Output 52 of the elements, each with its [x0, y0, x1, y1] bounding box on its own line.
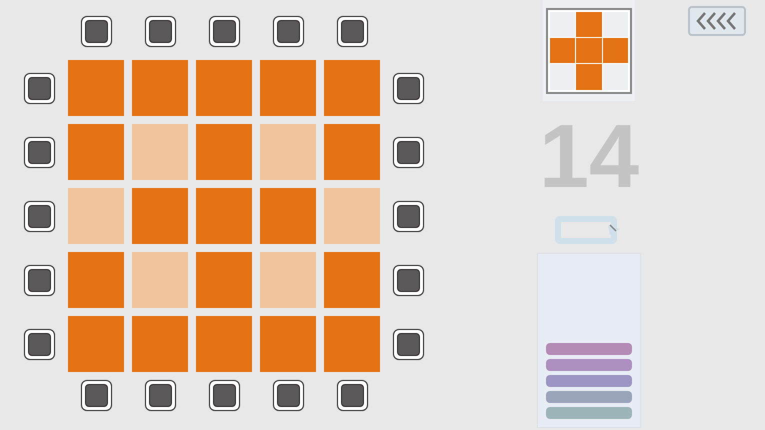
- grid-tile[interactable]: [324, 188, 380, 244]
- level-bar[interactable]: [546, 391, 632, 403]
- grid-tile[interactable]: [68, 252, 124, 308]
- level-bar[interactable]: [546, 343, 632, 355]
- shift-button[interactable]: [393, 200, 424, 232]
- chevrons-left-icon: [695, 11, 739, 31]
- shift-button[interactable]: [208, 16, 240, 47]
- shift-button[interactable]: [393, 264, 424, 296]
- grid-tile[interactable]: [68, 60, 124, 116]
- shift-button[interactable]: [24, 72, 55, 104]
- grid-tile[interactable]: [196, 252, 252, 308]
- grid-tile[interactable]: [260, 124, 316, 180]
- grid-tile[interactable]: [196, 188, 252, 244]
- grid-tile[interactable]: [196, 316, 252, 372]
- shift-button[interactable]: [24, 328, 55, 360]
- level-bar[interactable]: [546, 407, 632, 419]
- shift-button[interactable]: [272, 380, 304, 411]
- grid-tile[interactable]: [324, 124, 380, 180]
- grid-tile[interactable]: [260, 316, 316, 372]
- shift-button[interactable]: [393, 136, 424, 168]
- shift-button[interactable]: [24, 264, 55, 296]
- shift-button[interactable]: [208, 380, 240, 411]
- back-button[interactable]: [688, 6, 746, 36]
- grid-tile[interactable]: [132, 124, 188, 180]
- shift-button[interactable]: [272, 16, 304, 47]
- shift-button[interactable]: [24, 200, 55, 232]
- grid-tile[interactable]: [132, 316, 188, 372]
- shift-button[interactable]: [80, 380, 112, 411]
- shift-button[interactable]: [336, 380, 368, 411]
- grid-tile[interactable]: [132, 188, 188, 244]
- shift-button[interactable]: [393, 328, 424, 360]
- shift-button[interactable]: [144, 380, 176, 411]
- grid-tile[interactable]: [324, 252, 380, 308]
- shift-button[interactable]: [144, 16, 176, 47]
- grid-tile[interactable]: [132, 60, 188, 116]
- grid-tile[interactable]: [68, 124, 124, 180]
- level-bar[interactable]: [546, 359, 632, 371]
- grid-tile[interactable]: [260, 188, 316, 244]
- grid-tile[interactable]: [68, 188, 124, 244]
- grid-tile[interactable]: [196, 124, 252, 180]
- shift-button[interactable]: [393, 72, 424, 104]
- shift-button[interactable]: [24, 136, 55, 168]
- level-bar[interactable]: [546, 375, 632, 387]
- shift-button[interactable]: [80, 16, 112, 47]
- grid-tile[interactable]: [260, 252, 316, 308]
- grid-tile[interactable]: [196, 60, 252, 116]
- grid-tile[interactable]: [68, 316, 124, 372]
- grid-tile[interactable]: [132, 252, 188, 308]
- shift-button[interactable]: [336, 16, 368, 47]
- grid-tile[interactable]: [324, 60, 380, 116]
- grid-tile[interactable]: [260, 60, 316, 116]
- grid-tile[interactable]: [324, 316, 380, 372]
